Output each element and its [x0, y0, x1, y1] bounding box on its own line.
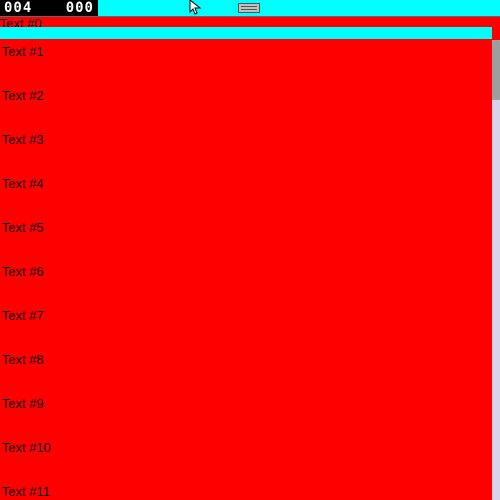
list-item-label: Text #6	[2, 264, 44, 279]
list-item: Text #2	[0, 84, 492, 128]
list-item: Text #6	[0, 260, 492, 304]
list-item: Text #3	[0, 128, 492, 172]
list-item-label: Text #11	[2, 484, 50, 499]
scrollbar-thumb[interactable]	[492, 40, 500, 100]
counter-right: 000	[66, 0, 94, 16]
list-item-label: Text #2	[2, 88, 44, 103]
list-item-label: Text #10	[2, 440, 51, 455]
list-item: Text #7	[0, 304, 492, 348]
list-item-label: Text #9	[2, 396, 44, 411]
list-item-label: Text #7	[2, 308, 44, 323]
scrollbar[interactable]	[492, 40, 500, 500]
list-item-label: Text #1	[2, 44, 44, 59]
list-item: Text #1	[0, 40, 492, 84]
secondary-bar: Text #0	[0, 16, 500, 40]
cyan-strip	[0, 27, 492, 39]
top-bar: 004 000	[0, 0, 500, 16]
counter-display: 004 000	[0, 0, 98, 16]
list-item: Text #8	[0, 348, 492, 392]
main-area: Text #1 Text #2 Text #3 Text #4 Text #5 …	[0, 40, 500, 500]
list-item: Text #5	[0, 216, 492, 260]
list-item-label: Text #5	[2, 220, 44, 235]
drag-handle-icon[interactable]	[238, 3, 260, 13]
list-item-label: Text #4	[2, 176, 44, 191]
list-item-label: Text #8	[2, 352, 44, 367]
cursor-icon	[189, 0, 205, 17]
list-item: Text #9	[0, 392, 492, 436]
list-item: Text #10	[0, 436, 492, 480]
content-list: Text #1 Text #2 Text #3 Text #4 Text #5 …	[0, 40, 492, 500]
list-item: Text #4	[0, 172, 492, 216]
counter-left: 004	[4, 0, 32, 16]
list-item: Text #11	[0, 480, 492, 500]
list-item-label: Text #3	[2, 132, 44, 147]
